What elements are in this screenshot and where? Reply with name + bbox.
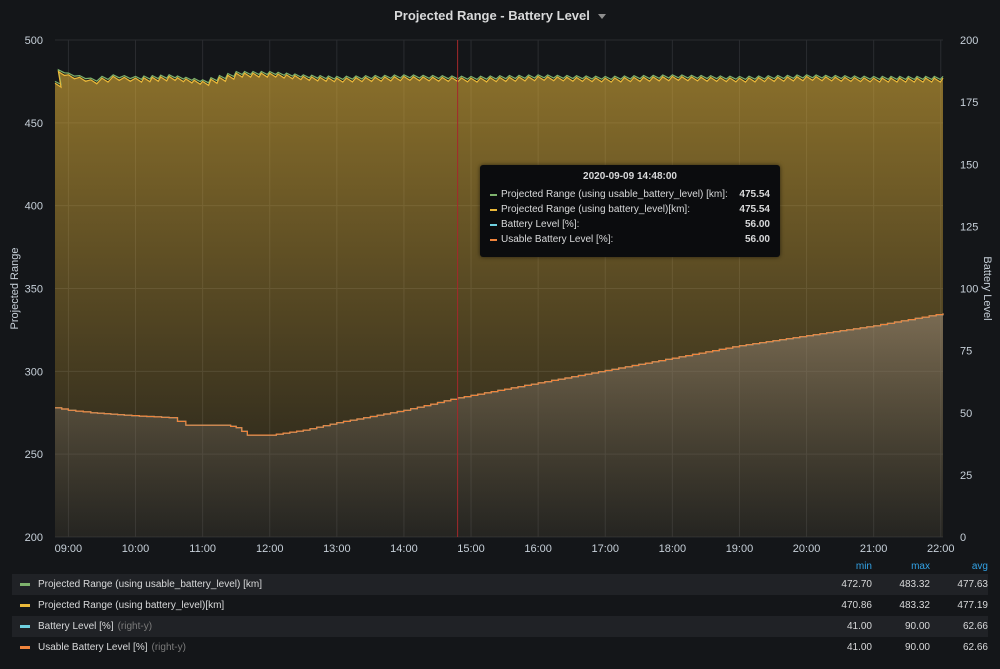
tooltip-label: Usable Battery Level [%]:	[501, 234, 614, 245]
y-left-tick-label: 200	[25, 532, 43, 544]
legend-series-name[interactable]: Projected Range (using usable_battery_le…	[38, 579, 814, 590]
legend-min: 41.00	[846, 642, 872, 653]
tooltip-row: Projected Range (using usable_battery_le…	[490, 187, 770, 202]
legend-avg: 62.66	[962, 621, 988, 632]
legend-series-name[interactable]: Battery Level [%] (right-y)	[38, 621, 814, 632]
x-tick-label: 14:00	[390, 543, 418, 555]
legend-header: min max avg	[12, 558, 988, 574]
legend-max: 483.32	[899, 579, 930, 590]
legend-row-usable-battery[interactable]: Usable Battery Level [%] (right-y) 41.00 …	[12, 637, 988, 658]
graph-panel: Projected Range - Battery Level 500 450 40…	[0, 0, 1000, 669]
x-tick-label: 20:00	[793, 543, 821, 555]
y-left-axis-label: Projected Range	[9, 248, 21, 330]
legend-min: 41.00	[846, 621, 872, 632]
x-tick-label: 19:00	[726, 543, 754, 555]
legend-avg: 477.19	[957, 600, 988, 611]
legend-series-label[interactable]: Usable Battery Level [%]	[38, 642, 148, 653]
x-tick-label: 11:00	[189, 543, 216, 555]
series-swatch-icon	[490, 223, 497, 226]
y-left-tick-label: 400	[25, 201, 43, 213]
legend-avg: 62.66	[962, 642, 988, 653]
hover-tooltip: 2020-09-09 14:48:00 Projected Range (usi…	[480, 165, 780, 257]
series-swatch-icon	[490, 193, 497, 196]
tooltip-label: Battery Level [%]:	[501, 219, 580, 230]
x-tick-label: 09:00	[55, 543, 83, 555]
series-swatch-icon[interactable]	[20, 625, 30, 628]
y-left-tick-label: 300	[25, 366, 43, 378]
tooltip-label: Projected Range (using battery_level)[km…	[501, 204, 690, 215]
series-swatch-icon[interactable]	[20, 583, 30, 586]
legend-row-usable-range[interactable]: Projected Range (using usable_battery_le…	[12, 574, 988, 595]
series-swatch-icon[interactable]	[20, 604, 30, 607]
series-swatch-icon[interactable]	[20, 646, 30, 649]
x-tick-label: 22:00	[927, 543, 955, 555]
y-right-tick-label: 200	[960, 35, 978, 47]
chart-area[interactable]: 5004504003503002502002001751501251007550…	[0, 0, 1000, 560]
tooltip-row: Projected Range (using battery_level)[km…	[490, 202, 770, 217]
x-tick-label: 17:00	[591, 543, 619, 555]
y-right-tick-label: 75	[960, 346, 972, 358]
legend-header-max[interactable]: max	[872, 561, 930, 572]
tooltip-row: Battery Level [%]: 56.00	[490, 217, 770, 232]
x-tick-label: 10:00	[122, 543, 150, 555]
y-left-tick-label: 500	[25, 35, 43, 47]
y-right-tick-label: 25	[960, 470, 972, 482]
x-tick-label: 18:00	[659, 543, 687, 555]
y-right-axis-label: Battery Level	[981, 256, 993, 320]
x-tick-label: 21:00	[860, 543, 888, 555]
y-right-tick-label: 50	[960, 408, 972, 420]
legend-min: 472.70	[841, 579, 872, 590]
legend-row-battery[interactable]: Battery Level [%] (right-y) 41.00 90.00 6…	[12, 616, 988, 637]
legend-series-name[interactable]: Projected Range (using battery_level)[km…	[38, 600, 814, 611]
y-left-tick-label: 350	[25, 284, 43, 296]
legend-row-range[interactable]: Projected Range (using battery_level)[km…	[12, 595, 988, 616]
y-right-tick-label: 0	[960, 532, 966, 544]
legend-max: 483.32	[899, 600, 930, 611]
tooltip-label: Projected Range (using usable_battery_le…	[501, 189, 728, 200]
legend-min: 470.86	[841, 600, 872, 611]
tooltip-value: 56.00	[744, 234, 770, 245]
legend-series-name[interactable]: Usable Battery Level [%] (right-y)	[38, 642, 814, 653]
tooltip-time: 2020-09-09 14:48:00	[583, 171, 677, 182]
legend-axis-tag: (right-y)	[117, 621, 153, 632]
x-tick-label: 12:00	[256, 543, 284, 555]
y-left-tick-label: 250	[25, 449, 43, 461]
x-tick-label: 15:00	[457, 543, 485, 555]
tooltip-value: 475.54	[739, 204, 770, 215]
y-left-tick-label: 450	[25, 118, 43, 130]
tooltip-value: 56.00	[744, 219, 770, 230]
y-right-tick-label: 150	[960, 159, 978, 171]
legend-header-min[interactable]: min	[814, 561, 872, 572]
x-tick-label: 16:00	[524, 543, 552, 555]
legend-avg: 477.63	[957, 579, 988, 590]
legend-table: min max avg Projected Range (using usabl…	[12, 558, 988, 658]
tooltip-value: 475.54	[739, 189, 770, 200]
series-swatch-icon	[490, 208, 497, 211]
x-tick-label: 13:00	[323, 543, 351, 555]
tooltip-row: Usable Battery Level [%]: 56.00	[490, 232, 770, 247]
y-right-tick-label: 125	[960, 221, 978, 233]
legend-max: 90.00	[904, 642, 930, 653]
legend-header-avg[interactable]: avg	[930, 561, 988, 572]
legend-axis-tag: (right-y)	[151, 642, 186, 653]
legend-series-label[interactable]: Battery Level [%]	[38, 621, 114, 632]
series-swatch-icon	[490, 238, 497, 241]
legend-max: 90.00	[904, 621, 930, 632]
y-right-tick-label: 175	[960, 97, 978, 109]
y-right-tick-label: 100	[960, 284, 978, 296]
